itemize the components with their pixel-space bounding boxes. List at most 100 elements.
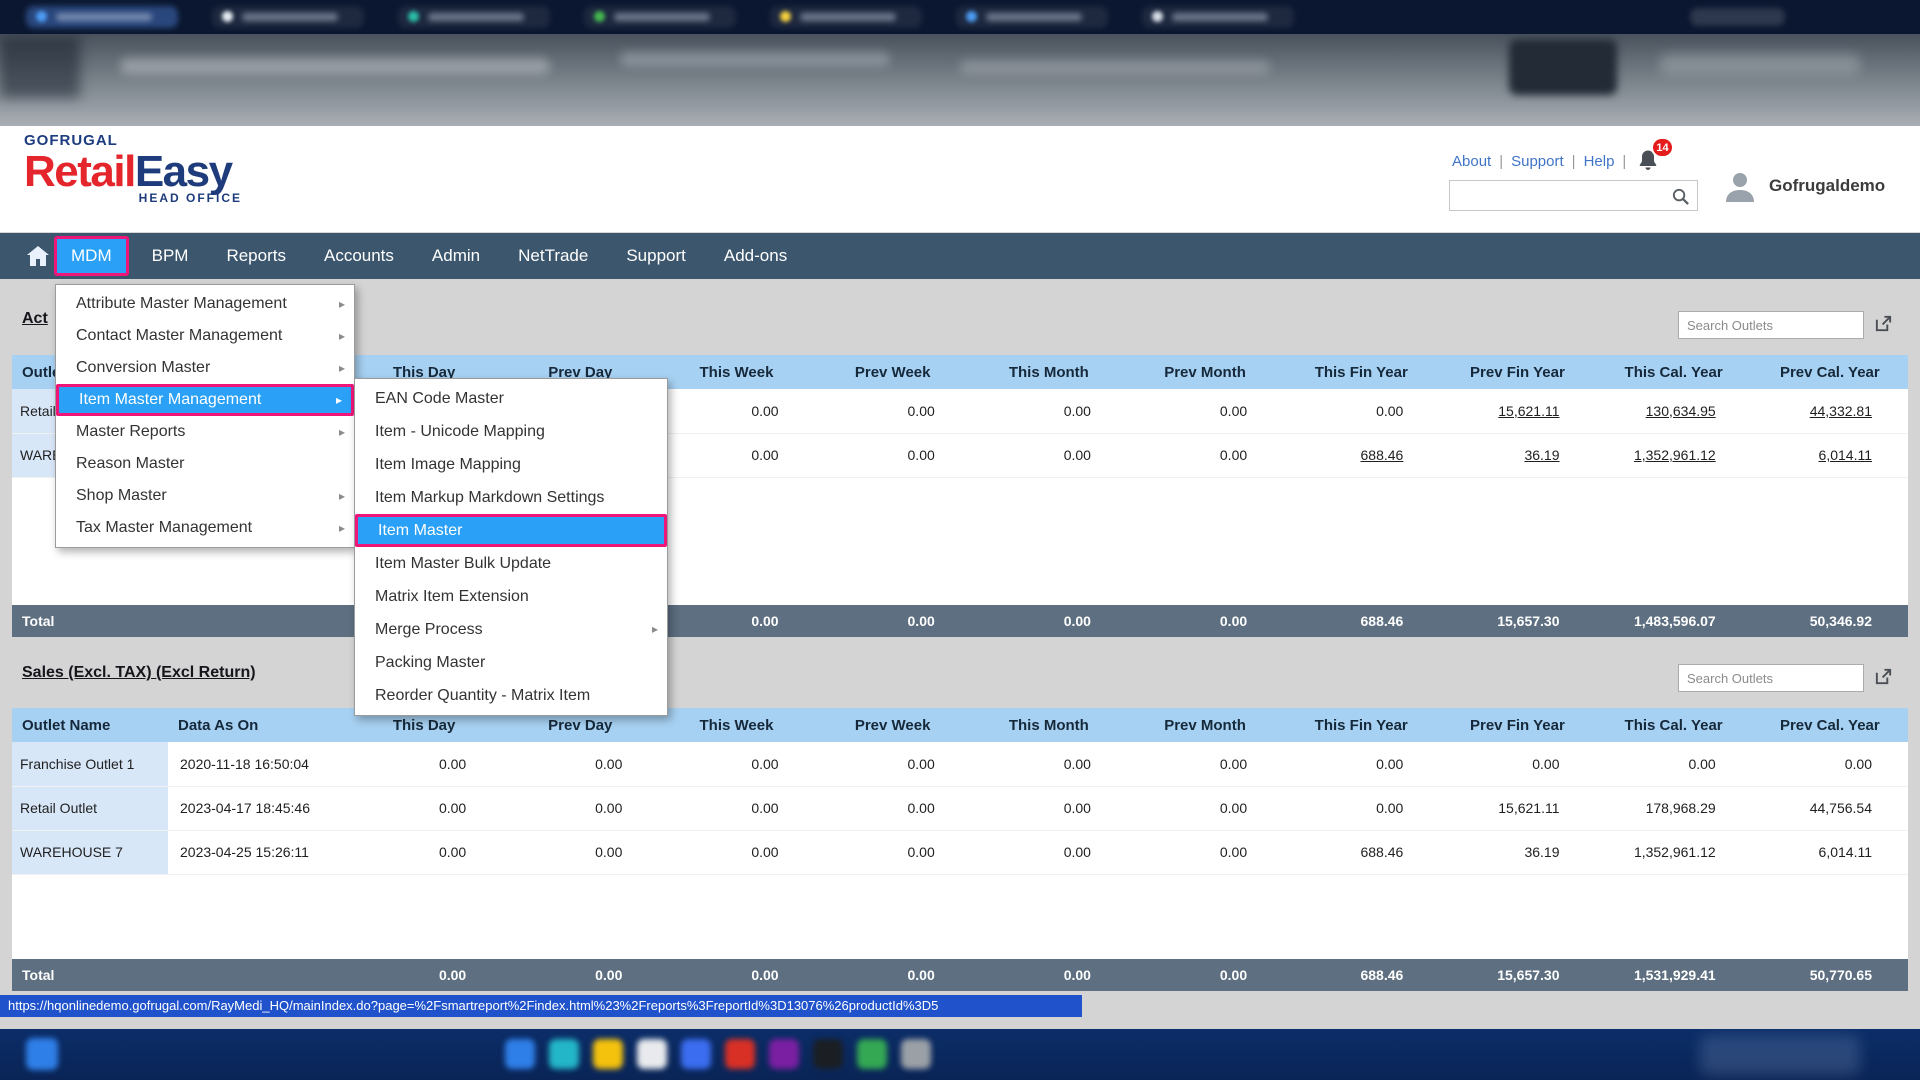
total-value-cell: 0.00 — [815, 959, 971, 991]
value-cell: 15,621.11 — [1439, 786, 1595, 830]
open-in-new-window-icon[interactable] — [1874, 314, 1893, 333]
windows-taskbar[interactable] — [0, 1029, 1920, 1080]
nav-item-accounts[interactable]: Accounts — [305, 233, 413, 279]
sales-search-box — [1678, 664, 1864, 692]
column-header-prev-month: Prev Month — [1127, 355, 1283, 389]
menu-item-packing-master[interactable]: Packing Master — [355, 646, 667, 679]
value-link[interactable]: 6,014.11 — [1752, 433, 1908, 477]
value-link[interactable]: 15,621.11 — [1439, 389, 1595, 433]
value-cell: 0.00 — [1127, 786, 1283, 830]
value-link[interactable]: 1,352,961.12 — [1596, 433, 1752, 477]
blurred-shape — [857, 1039, 887, 1069]
status-bar-url: https://hqonlinedemo.gofrugal.com/RayMed… — [0, 995, 1082, 1017]
menu-item-label: Matrix Item Extension — [375, 588, 529, 605]
total-label: Total — [12, 959, 168, 991]
blurred-shape — [1660, 54, 1860, 74]
total-value-cell: 0.00 — [815, 605, 971, 637]
menu-item-label: Master Reports — [76, 423, 185, 440]
blurred-shape — [1172, 13, 1268, 21]
sales-search-input[interactable] — [1679, 665, 1863, 691]
column-header-this-fin-year: This Fin Year — [1283, 355, 1439, 389]
chevron-right-icon: ▸ — [339, 416, 345, 448]
value-cell: 0.00 — [1752, 742, 1908, 786]
blurred-shape — [813, 1039, 843, 1069]
menu-item-label: Item Markup Markdown Settings — [375, 489, 604, 506]
header-search-input[interactable] — [1450, 181, 1697, 210]
value-cell: 0.00 — [1127, 742, 1283, 786]
value-cell: 0.00 — [658, 433, 814, 477]
value-cell: 0.00 — [658, 389, 814, 433]
menu-item-label: Item Image Mapping — [375, 456, 521, 473]
empty-area — [12, 874, 1908, 959]
data-as-on-cell: 2023-04-25 15:26:11 — [168, 830, 346, 874]
search-icon-wrap[interactable] — [1671, 187, 1690, 211]
nav-item-support[interactable]: Support — [607, 233, 705, 279]
nav-item-reports[interactable]: Reports — [207, 233, 305, 279]
value-cell: 0.00 — [971, 389, 1127, 433]
menu-item-label: Item Master Bulk Update — [375, 555, 551, 572]
user-menu[interactable]: Gofrugaldemo — [1722, 168, 1885, 204]
blurred-shape — [242, 13, 338, 21]
nav-item-admin[interactable]: Admin — [413, 233, 499, 279]
menu-item-item-unicode-mapping[interactable]: Item - Unicode Mapping — [355, 415, 667, 448]
nav-item-add-ons[interactable]: Add-ons — [705, 233, 806, 279]
header-link-support[interactable]: Support — [1511, 153, 1564, 170]
menu-item-attribute-master-management[interactable]: Attribute Master Management▸ — [56, 288, 354, 320]
value-link[interactable]: 688.46 — [1283, 433, 1439, 477]
menu-item-label: Item Master — [378, 522, 462, 539]
menu-item-reason-master[interactable]: Reason Master — [56, 448, 354, 480]
value-cell: 0.00 — [502, 742, 658, 786]
menu-item-item-master[interactable]: Item Master — [355, 514, 667, 547]
blurred-shape — [428, 13, 524, 21]
total-label: Total — [12, 605, 346, 637]
open-in-new-window-icon[interactable] — [1874, 667, 1893, 686]
header-link-about[interactable]: About — [1452, 153, 1491, 170]
outlet-name-cell: Franchise Outlet 1 — [12, 742, 168, 786]
menu-item-label: Conversion Master — [76, 359, 210, 376]
blurred-shape — [725, 1039, 755, 1069]
nav-item-nettrade[interactable]: NetTrade — [499, 233, 607, 279]
menu-item-tax-master-management[interactable]: Tax Master Management▸ — [56, 512, 354, 544]
stock-search-box — [1678, 311, 1864, 339]
menu-item-ean-code-master[interactable]: EAN Code Master — [355, 382, 667, 415]
data-as-on-cell: 2023-04-17 18:45:46 — [168, 786, 346, 830]
menu-item-item-image-mapping[interactable]: Item Image Mapping — [355, 448, 667, 481]
menu-item-item-markup-markdown-settings[interactable]: Item Markup Markdown Settings — [355, 481, 667, 514]
value-cell: 0.00 — [815, 830, 971, 874]
column-header-this-cal-year: This Cal. Year — [1596, 708, 1752, 742]
outlet-row-warehouse-7: WAREHOUSE 72023-04-25 15:26:110.000.000.… — [12, 830, 1908, 874]
menu-item-label: Tax Master Management — [76, 519, 252, 536]
menu-item-merge-process[interactable]: Merge Process▸ — [355, 613, 667, 646]
blurred-shape — [800, 13, 896, 21]
value-link[interactable]: 44,332.81 — [1752, 389, 1908, 433]
menu-item-shop-master[interactable]: Shop Master▸ — [56, 480, 354, 512]
menu-item-conversion-master[interactable]: Conversion Master▸ — [56, 352, 354, 384]
menu-item-item-master-management[interactable]: Item Master Management▸ — [56, 384, 354, 416]
value-cell: 0.00 — [346, 742, 502, 786]
total-value-cell: 1,483,596.07 — [1596, 605, 1752, 637]
menu-item-item-master-bulk-update[interactable]: Item Master Bulk Update — [355, 547, 667, 580]
value-link[interactable]: 36.19 — [1439, 433, 1595, 477]
value-cell: 0.00 — [658, 786, 814, 830]
stock-search-input[interactable] — [1679, 312, 1863, 338]
nav-item-bpm[interactable]: BPM — [133, 233, 208, 279]
value-link[interactable]: 130,634.95 — [1596, 389, 1752, 433]
menu-item-master-reports[interactable]: Master Reports ▸ — [56, 416, 354, 448]
header-row: Outlet NameData As OnThis DayPrev DayThi… — [12, 708, 1908, 742]
menu-item-matrix-item-extension[interactable]: Matrix Item Extension — [355, 580, 667, 613]
chevron-right-icon: ▸ — [339, 288, 345, 320]
menu-item-reorder-quantity-matrix-item[interactable]: Reorder Quantity - Matrix Item — [355, 679, 667, 712]
header-links: About|Support|Help| 14 — [1452, 148, 1662, 174]
header-link-help[interactable]: Help — [1584, 153, 1615, 170]
menu-item-contact-master-management[interactable]: Contact Master Management▸ — [56, 320, 354, 352]
value-cell: 36.19 — [1439, 830, 1595, 874]
total-value-cell: 0.00 — [1127, 959, 1283, 991]
nav-item-mdm[interactable]: MDM — [54, 236, 129, 276]
blurred-shape — [901, 1039, 931, 1069]
home-button[interactable] — [26, 243, 50, 269]
mdm-dropdown-menu: Attribute Master Management▸Contact Mast… — [55, 284, 355, 548]
browser-tab-strip — [0, 0, 1920, 34]
sales-table: Outlet NameData As OnThis DayPrev DayThi… — [12, 708, 1908, 991]
blurred-shape — [0, 36, 80, 98]
notifications-button[interactable]: 14 — [1636, 148, 1662, 174]
